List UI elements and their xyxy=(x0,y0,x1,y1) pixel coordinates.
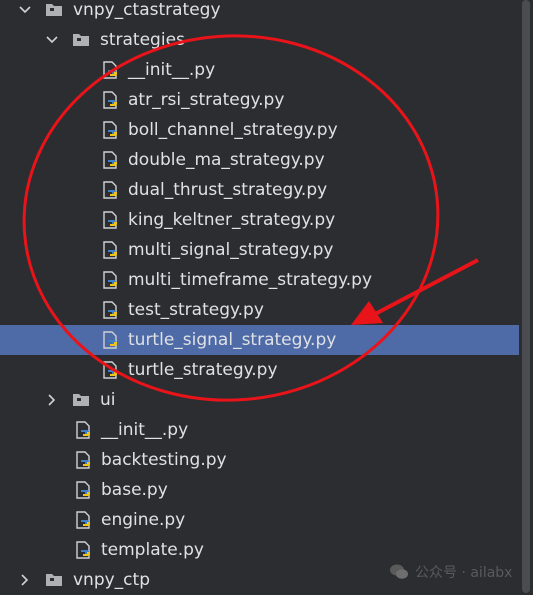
tree-file-boll-channel-strategy[interactable]: boll_channel_strategy.py xyxy=(0,115,519,145)
tree-file-strategies-init[interactable]: __init__.py xyxy=(0,55,519,85)
project-tree: vnpy_ctastrategy strategies __init__.py … xyxy=(0,0,533,593)
python-file-icon xyxy=(74,481,92,499)
file-label: __init__.py xyxy=(101,420,189,440)
wechat-icon xyxy=(390,564,408,579)
folder-icon xyxy=(45,1,63,19)
file-label: double_ma_strategy.py xyxy=(128,150,325,170)
tree-file-multi-timeframe-strategy[interactable]: multi_timeframe_strategy.py xyxy=(0,265,519,295)
python-file-icon xyxy=(101,91,119,109)
file-label: multi_signal_strategy.py xyxy=(128,240,334,260)
file-label: backtesting.py xyxy=(101,450,227,470)
tree-file-dual-thrust-strategy[interactable]: dual_thrust_strategy.py xyxy=(0,175,519,205)
tree-node-label: vnpy_ctastrategy xyxy=(73,0,221,20)
tree-node-vnpy-ctastrategy[interactable]: vnpy_ctastrategy xyxy=(0,0,519,25)
watermark-text: 公众号 · ailabx xyxy=(415,565,513,581)
python-file-icon xyxy=(74,421,92,439)
tree-file-turtle-strategy[interactable]: turtle_strategy.py xyxy=(0,355,519,385)
python-file-icon xyxy=(74,511,92,529)
file-label: __init__.py xyxy=(128,60,216,80)
tree-file-double-ma-strategy[interactable]: double_ma_strategy.py xyxy=(0,145,519,175)
folder-icon xyxy=(72,31,90,49)
tree-file-init[interactable]: __init__.py xyxy=(0,415,519,445)
file-label: boll_channel_strategy.py xyxy=(128,120,338,140)
file-label: template.py xyxy=(101,540,204,560)
file-label: engine.py xyxy=(101,510,186,530)
file-label: turtle_strategy.py xyxy=(128,360,278,380)
tree-node-label: strategies xyxy=(100,30,185,50)
python-file-icon xyxy=(101,331,119,349)
file-label: base.py xyxy=(101,480,168,500)
tree-file-turtle-signal-strategy[interactable]: turtle_signal_strategy.py xyxy=(0,325,519,355)
folder-icon xyxy=(72,391,90,409)
tree-file-backtesting[interactable]: backtesting.py xyxy=(0,445,519,475)
python-file-icon xyxy=(74,451,92,469)
chevron-right-icon[interactable] xyxy=(45,385,59,415)
tree-node-strategies[interactable]: strategies xyxy=(0,25,519,55)
python-file-icon xyxy=(74,541,92,559)
tree-node-label: ui xyxy=(100,390,116,410)
python-file-icon xyxy=(101,361,119,379)
chevron-right-icon[interactable] xyxy=(18,565,32,595)
python-file-icon xyxy=(101,181,119,199)
tree-node-label: vnpy_ctp xyxy=(73,570,150,590)
file-label: dual_thrust_strategy.py xyxy=(128,180,328,200)
file-label: atr_rsi_strategy.py xyxy=(128,90,285,110)
tree-node-ui[interactable]: ui xyxy=(0,385,519,415)
tree-file-multi-signal-strategy[interactable]: multi_signal_strategy.py xyxy=(0,235,519,265)
tree-file-atr-rsi-strategy[interactable]: atr_rsi_strategy.py xyxy=(0,85,519,115)
python-file-icon xyxy=(101,121,119,139)
chevron-down-icon[interactable] xyxy=(18,0,32,25)
python-file-icon xyxy=(101,151,119,169)
python-file-icon xyxy=(101,211,119,229)
file-label: turtle_signal_strategy.py xyxy=(128,330,337,350)
file-label: multi_timeframe_strategy.py xyxy=(128,270,373,290)
tree-file-king-keltner-strategy[interactable]: king_keltner_strategy.py xyxy=(0,205,519,235)
vertical-scrollbar[interactable] xyxy=(519,0,533,593)
file-label: king_keltner_strategy.py xyxy=(128,210,336,230)
scrollbar-thumb[interactable] xyxy=(522,0,530,593)
watermark: 公众号 · ailabx xyxy=(389,561,512,583)
file-label: test_strategy.py xyxy=(128,300,264,320)
python-file-icon xyxy=(101,271,119,289)
python-file-icon xyxy=(101,61,119,79)
tree-file-engine[interactable]: engine.py xyxy=(0,505,519,535)
tree-file-base[interactable]: base.py xyxy=(0,475,519,505)
python-file-icon xyxy=(101,241,119,259)
chevron-down-icon[interactable] xyxy=(45,25,59,55)
python-file-icon xyxy=(101,301,119,319)
tree-file-test-strategy[interactable]: test_strategy.py xyxy=(0,295,519,325)
folder-icon xyxy=(45,571,63,589)
